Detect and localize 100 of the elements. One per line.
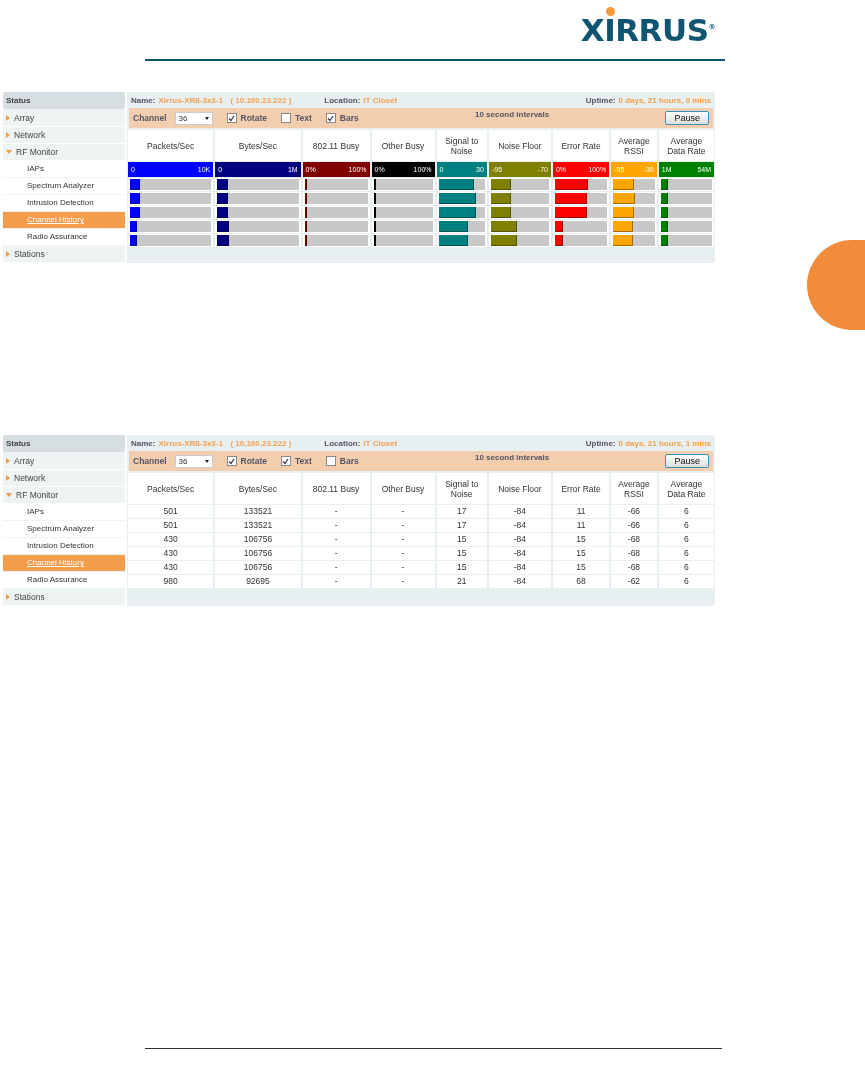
checkbox[interactable] xyxy=(226,113,237,123)
location-value: IT Closet xyxy=(363,95,398,105)
table-cell: - xyxy=(371,547,435,560)
table-cell: -84 xyxy=(488,533,551,546)
channel-label: Channel xyxy=(133,113,167,123)
uptime-label: Uptime: xyxy=(585,95,616,105)
sidebar-item[interactable]: Stations xyxy=(3,246,125,263)
table-cell: - xyxy=(302,505,370,518)
column-header: Packets/Sec xyxy=(128,130,214,161)
dot-icon xyxy=(605,7,615,16)
channel-select[interactable]: 36 xyxy=(174,454,213,468)
sidebar-item-label: Array xyxy=(14,456,35,466)
table-cell: 15 xyxy=(552,533,610,546)
checkbox-label: Rotate xyxy=(240,113,267,123)
uptime-label: Uptime: xyxy=(585,438,616,448)
sidebar-item[interactable]: Stations xyxy=(3,589,125,606)
sidebar-item[interactable]: Network xyxy=(3,470,125,487)
checkbox[interactable] xyxy=(281,113,291,123)
sidebar-title: Status xyxy=(3,92,125,109)
triangle-icon xyxy=(6,458,10,464)
table-cell: 980 xyxy=(128,575,214,588)
channel-value: 36 xyxy=(178,113,188,123)
table-cell: -68 xyxy=(611,547,657,560)
sidebar-item-label: Array xyxy=(14,113,35,123)
device-name: Xirrus-XR8-3x3-1 xyxy=(158,95,223,105)
sidebar-subitem[interactable]: Radio Assurance xyxy=(3,572,125,589)
channel-select[interactable]: 36 xyxy=(174,111,213,125)
table-cell: 106756 xyxy=(215,533,301,546)
sidebar-subitem[interactable]: IAPs xyxy=(3,161,125,178)
pause-button[interactable]: Pause xyxy=(665,454,709,468)
column-header: Other Busy xyxy=(371,473,435,504)
check-icon xyxy=(228,457,236,465)
table-cell: 133521 xyxy=(215,519,301,532)
table-cell: -68 xyxy=(611,561,657,574)
column-header: Average RSSI xyxy=(611,473,657,504)
table-cell: -84 xyxy=(488,547,551,560)
checkbox[interactable] xyxy=(226,456,237,466)
table-cell: - xyxy=(371,561,435,574)
table-cell: 6 xyxy=(658,547,714,560)
table-cell: 6 xyxy=(658,561,714,574)
sidebar-subitem[interactable]: Intrusion Detection xyxy=(3,195,125,212)
device-name: Xirrus-XR8-3x3-1 xyxy=(158,438,223,448)
column-header: Noise Floor xyxy=(488,473,551,504)
column-header: Bytes/Sec xyxy=(215,473,301,504)
checkbox-label: Text xyxy=(295,456,312,466)
sidebar-item[interactable]: Network xyxy=(3,127,125,144)
table-cell: 11 xyxy=(552,519,610,532)
caret-icon xyxy=(204,459,209,463)
table-cell: - xyxy=(371,575,435,588)
table-cell: -68 xyxy=(611,533,657,546)
table-cell: 501 xyxy=(128,505,214,518)
checkbox[interactable] xyxy=(325,456,336,466)
logo-text: XIRRUS xyxy=(580,16,709,47)
triangle-icon xyxy=(6,115,10,121)
checkbox[interactable] xyxy=(281,456,291,466)
column-header: Bytes/Sec xyxy=(215,130,301,161)
checkbox[interactable] xyxy=(325,113,336,123)
sidebar-subitem[interactable]: Intrusion Detection xyxy=(3,538,125,555)
table-cell: 6 xyxy=(658,505,714,518)
sidebar-subitem[interactable]: Spectrum Analyzer xyxy=(3,521,125,538)
table-cell: -62 xyxy=(611,575,657,588)
table-cell: 68 xyxy=(552,575,610,588)
column-header: 802.11 Busy xyxy=(302,130,370,161)
table-cell: -84 xyxy=(488,575,551,588)
table-cell: - xyxy=(302,519,370,532)
sidebar-item-label: RF Monitor xyxy=(16,490,59,500)
checkbox-label: Bars xyxy=(339,456,359,466)
table-cell: -84 xyxy=(488,561,551,574)
sidebar-item[interactable]: Array xyxy=(3,110,125,127)
table-cell: -84 xyxy=(488,519,551,532)
table-cell: 430 xyxy=(128,547,214,560)
checkbox-label: Text xyxy=(295,113,312,123)
sidebar-subitem[interactable]: Radio Assurance xyxy=(3,229,125,246)
table-cell: 106756 xyxy=(215,561,301,574)
table-cell: -66 xyxy=(611,505,657,518)
table-cell: 6 xyxy=(658,533,714,546)
uptime-value: 0 days, 21 hours, 1 mins xyxy=(618,438,711,448)
pause-button[interactable]: Pause xyxy=(665,111,709,125)
column-header: Signal to Noise xyxy=(436,130,487,161)
sidebar-subitem[interactable]: IAPs xyxy=(3,504,125,521)
table-cell: - xyxy=(302,547,370,560)
channel-value: 36 xyxy=(178,456,188,466)
column-header: Packets/Sec xyxy=(128,473,214,504)
table-cell: - xyxy=(371,505,435,518)
column-header: 802.11 Busy xyxy=(302,473,370,504)
checkbox-label: Bars xyxy=(339,113,359,123)
column-header: Signal to Noise xyxy=(436,473,487,504)
interval-label: 10 second intervals xyxy=(473,453,551,462)
sidebar-item[interactable]: Array xyxy=(3,453,125,470)
triangle-icon xyxy=(6,251,10,257)
sidebar-subitem[interactable]: Spectrum Analyzer xyxy=(3,178,125,195)
triangle-icon xyxy=(6,150,12,154)
ip-address: ( 10.100.23.222 ) xyxy=(229,438,292,448)
table-cell: -84 xyxy=(488,505,551,518)
table-cell: 17 xyxy=(436,519,487,532)
table-cell: 6 xyxy=(658,575,714,588)
location-label: Location: xyxy=(324,95,361,105)
column-header: Error Rate xyxy=(552,473,610,504)
name-label: Name: xyxy=(131,95,156,105)
checkbox-label: Rotate xyxy=(240,456,267,466)
